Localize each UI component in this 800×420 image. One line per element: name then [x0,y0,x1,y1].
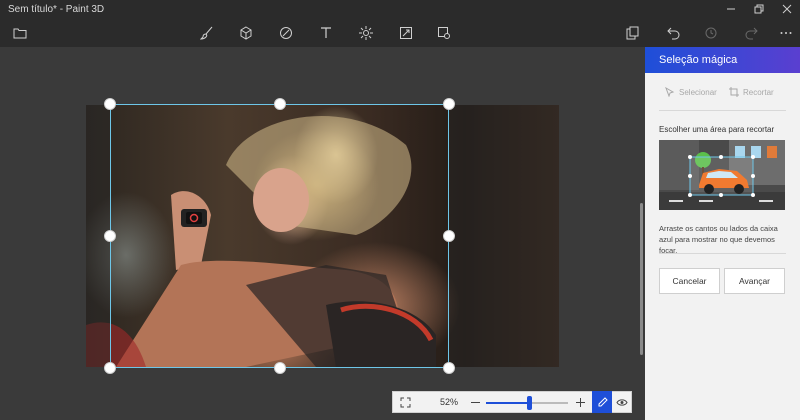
select-tool-label: Selecionar [679,87,717,97]
window-title: Sem título* - Paint 3D [8,4,105,15]
close-button[interactable] [770,0,800,18]
fit-screen-icon [400,397,410,407]
undo-icon [667,27,680,39]
restore-icon [754,4,764,14]
zoom-in-button[interactable] [573,394,587,410]
more-options-button[interactable] [772,18,800,47]
handle-top-center[interactable] [274,98,286,110]
brush-icon [200,26,213,40]
text-tool-button[interactable] [312,18,340,47]
close-icon [782,4,792,14]
car-illustration [659,140,785,210]
view-mode-button[interactable] [614,395,630,409]
selection-box[interactable] [110,104,449,368]
zoom-bar: 52% [392,391,632,413]
vertical-scrollbar[interactable] [640,203,643,355]
3d-library-button[interactable] [430,18,458,47]
undo-button[interactable] [660,18,688,47]
cube-icon [240,25,252,40]
handle-bottom-right[interactable] [443,362,455,374]
choose-area-label: Escolher uma área para recortar [659,125,775,134]
panel-header: Seleção mágica [645,47,800,73]
crop-icon [729,87,739,97]
sticker-icon [280,26,292,39]
stickers-tool-button[interactable] [272,18,300,47]
zoom-percent: 52% [440,397,459,407]
redo-button[interactable] [737,18,765,47]
3d-shapes-tool-button[interactable] [232,18,260,47]
brushes-tool-button[interactable] [193,18,221,47]
handle-middle-left[interactable] [104,230,116,242]
select-tool-button[interactable]: Selecionar [665,87,717,97]
handle-top-right[interactable] [443,98,455,110]
minimize-icon [727,8,735,10]
title-bar: Sem título* - Paint 3D [0,0,800,18]
pen-mode-button[interactable] [592,391,612,413]
instruction-text: Arraste os cantos ou lados da caixa azul… [659,224,778,255]
divider [659,110,786,111]
divider [659,253,786,254]
panel-title: Seleção mágica [659,54,738,66]
redo-icon [745,27,758,39]
more-icon [780,31,792,34]
zoom-out-button[interactable] [468,394,482,410]
eye-icon [616,398,628,406]
effects-tool-button[interactable] [352,18,380,47]
magic-select-panel: Seleção mágica Selecionar Recortar Escol… [645,47,800,420]
canvas-icon [400,26,412,39]
menu-button[interactable] [6,18,34,47]
folder-icon [13,28,27,38]
main-toolbar [0,18,800,47]
handle-bottom-left[interactable] [104,362,116,374]
minus-icon [470,401,480,403]
zoom-slider[interactable] [486,396,568,410]
pen-icon [598,396,608,406]
paste-icon [626,26,639,39]
canvas-area[interactable] [0,47,645,420]
cancel-button[interactable]: Cancelar [659,268,720,294]
handle-middle-right[interactable] [443,230,455,242]
crop-tool-label: Recortar [743,87,774,97]
cursor-icon [665,87,675,97]
plus-icon [575,397,585,407]
canvas-tool-button[interactable] [392,18,420,47]
crop-tool-button[interactable]: Recortar [729,87,774,97]
text-icon [321,26,331,38]
fit-to-screen-button[interactable] [397,395,413,409]
history-icon [705,27,717,38]
paste-button[interactable] [618,18,646,47]
advance-button[interactable]: Avançar [724,268,785,294]
handle-top-left[interactable] [104,98,116,110]
zoom-slider-fill [486,402,529,404]
outside-selection-right [449,105,559,367]
zoom-slider-thumb[interactable] [526,396,532,410]
library-icon [438,26,450,39]
history-button[interactable] [697,18,725,47]
handle-bottom-center[interactable] [274,362,286,374]
preview-thumbnail [659,140,785,210]
effects-icon [359,25,373,40]
